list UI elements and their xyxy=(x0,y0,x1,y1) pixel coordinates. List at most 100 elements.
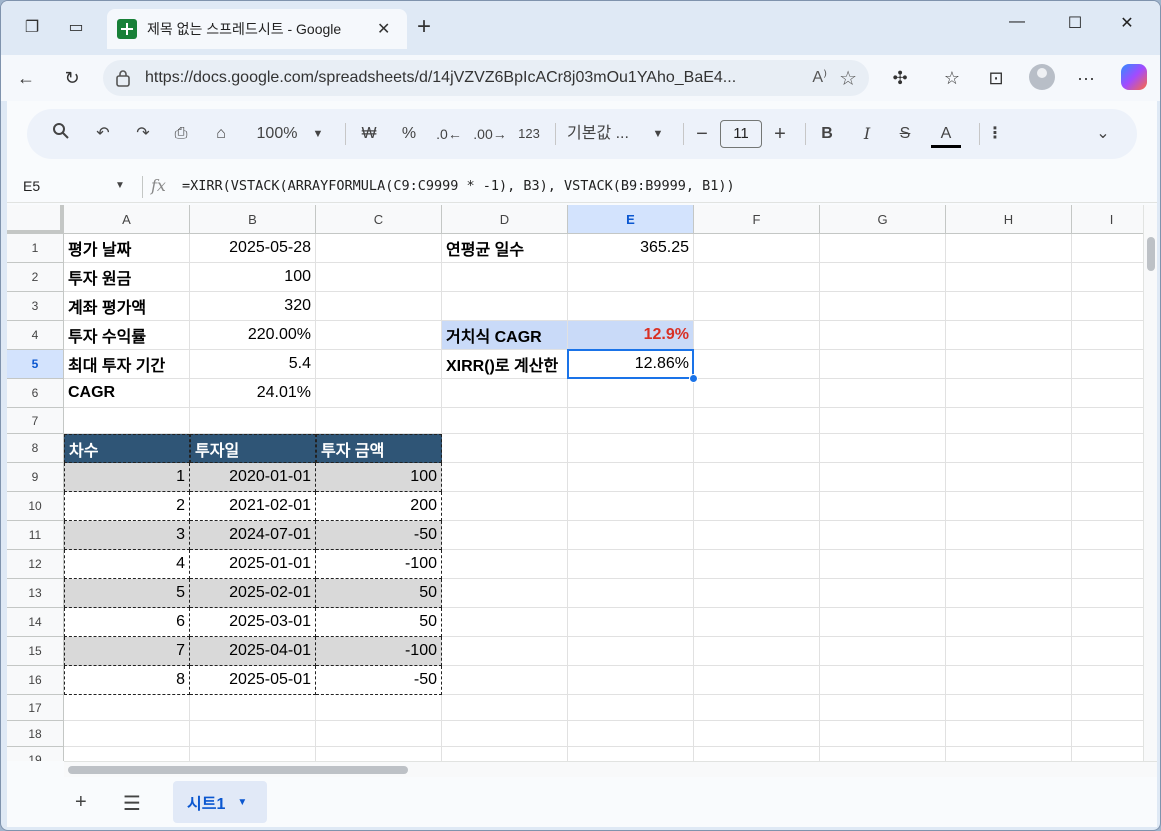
cell-F19[interactable] xyxy=(694,747,820,761)
maximize-icon[interactable]: ☐ xyxy=(1055,13,1095,33)
row-header-18[interactable]: 18 xyxy=(7,721,64,747)
cell-A16[interactable]: 8 xyxy=(64,666,190,695)
column-header-A[interactable]: A xyxy=(64,205,190,234)
cell-B4[interactable]: 220.00% xyxy=(190,321,316,350)
cell-I14[interactable] xyxy=(1072,608,1143,637)
cell-G18[interactable] xyxy=(820,721,946,747)
cell-H3[interactable] xyxy=(946,292,1072,321)
row-header-8[interactable]: 8 xyxy=(7,434,64,463)
cell-I15[interactable] xyxy=(1072,637,1143,666)
horizontal-scrollbar[interactable] xyxy=(64,761,1157,777)
cell-E1[interactable]: 365.25 xyxy=(568,234,694,263)
cell-E3[interactable] xyxy=(568,292,694,321)
cell-B5[interactable]: 5.4 xyxy=(190,350,316,379)
cell-G1[interactable] xyxy=(820,234,946,263)
cell-D7[interactable] xyxy=(442,408,568,434)
more-formats-button[interactable]: 123 xyxy=(513,122,545,146)
zoom-dropdown-icon[interactable]: ▼ xyxy=(311,122,325,146)
cell-I9[interactable] xyxy=(1072,463,1143,492)
close-tab-icon[interactable]: ✕ xyxy=(377,19,390,39)
close-window-icon[interactable]: ✕ xyxy=(1107,13,1147,33)
cell-I3[interactable] xyxy=(1072,292,1143,321)
row-header-15[interactable]: 15 xyxy=(7,637,64,666)
row-header-9[interactable]: 9 xyxy=(7,463,64,492)
cell-B8[interactable]: 투자일 xyxy=(190,434,316,463)
cell-G15[interactable] xyxy=(820,637,946,666)
screenshot-icon[interactable]: ⊡ xyxy=(983,66,1009,90)
name-box[interactable]: E5 xyxy=(23,178,40,194)
cell-D14[interactable] xyxy=(442,608,568,637)
cell-H1[interactable] xyxy=(946,234,1072,263)
cell-E19[interactable] xyxy=(568,747,694,761)
cell-A18[interactable] xyxy=(64,721,190,747)
more-toolbar-icon[interactable]: ⋮ xyxy=(985,122,1005,146)
column-header-B[interactable]: B xyxy=(190,205,316,234)
cell-F1[interactable] xyxy=(694,234,820,263)
cell-C19[interactable] xyxy=(316,747,442,761)
profile-avatar[interactable] xyxy=(1029,64,1055,90)
cell-C10[interactable]: 200 xyxy=(316,492,442,521)
cell-C14[interactable]: 50 xyxy=(316,608,442,637)
sheet-tab-dropdown-icon[interactable]: ▼ xyxy=(237,797,247,808)
cell-E9[interactable] xyxy=(568,463,694,492)
row-header-17[interactable]: 17 xyxy=(7,695,64,721)
cell-F7[interactable] xyxy=(694,408,820,434)
row-header-19[interactable]: 19 xyxy=(7,747,64,761)
cell-I8[interactable] xyxy=(1072,434,1143,463)
cell-H19[interactable] xyxy=(946,747,1072,761)
cell-G12[interactable] xyxy=(820,550,946,579)
column-header-C[interactable]: C xyxy=(316,205,442,234)
cell-G10[interactable] xyxy=(820,492,946,521)
cell-I10[interactable] xyxy=(1072,492,1143,521)
cell-B13[interactable]: 2025-02-01 xyxy=(190,579,316,608)
strikethrough-icon[interactable]: S xyxy=(893,122,917,146)
cell-D6[interactable] xyxy=(442,379,568,408)
cell-I6[interactable] xyxy=(1072,379,1143,408)
cell-A11[interactable]: 3 xyxy=(64,521,190,550)
vertical-tabs-icon[interactable]: ▭ xyxy=(65,17,87,39)
cell-E14[interactable] xyxy=(568,608,694,637)
cell-I17[interactable] xyxy=(1072,695,1143,721)
cell-D5[interactable]: XIRR()로 계산한 xyxy=(442,350,568,379)
row-header-14[interactable]: 14 xyxy=(7,608,64,637)
cell-A10[interactable]: 2 xyxy=(64,492,190,521)
refresh-icon[interactable]: ↻ xyxy=(59,66,85,90)
cell-G2[interactable] xyxy=(820,263,946,292)
paint-format-icon[interactable]: ⌂ xyxy=(209,122,233,146)
zoom-select[interactable]: 100% xyxy=(249,122,305,146)
cell-E5[interactable]: 12.86% xyxy=(568,350,694,379)
cell-B16[interactable]: 2025-05-01 xyxy=(190,666,316,695)
row-header-5[interactable]: 5 xyxy=(7,350,64,379)
cell-D15[interactable] xyxy=(442,637,568,666)
cell-A2[interactable]: 투자 원금 xyxy=(64,263,190,292)
cell-C4[interactable] xyxy=(316,321,442,350)
cell-D1[interactable]: 연평균 일수 xyxy=(442,234,568,263)
more-options-icon[interactable]: ··· xyxy=(1073,66,1099,90)
row-header-12[interactable]: 12 xyxy=(7,550,64,579)
cell-B3[interactable]: 320 xyxy=(190,292,316,321)
cell-A4[interactable]: 투자 수익률 xyxy=(64,321,190,350)
font-dropdown-icon[interactable]: ▼ xyxy=(651,122,665,146)
cell-F14[interactable] xyxy=(694,608,820,637)
cell-H4[interactable] xyxy=(946,321,1072,350)
font-select[interactable]: 기본값 ... xyxy=(567,122,639,146)
column-header-F[interactable]: F xyxy=(694,205,820,234)
cell-G14[interactable] xyxy=(820,608,946,637)
cell-D12[interactable] xyxy=(442,550,568,579)
cell-D18[interactable] xyxy=(442,721,568,747)
cell-A14[interactable]: 6 xyxy=(64,608,190,637)
cell-E10[interactable] xyxy=(568,492,694,521)
cell-G7[interactable] xyxy=(820,408,946,434)
cell-F6[interactable] xyxy=(694,379,820,408)
cell-G17[interactable] xyxy=(820,695,946,721)
cell-G13[interactable] xyxy=(820,579,946,608)
cell-D11[interactable] xyxy=(442,521,568,550)
cell-C18[interactable] xyxy=(316,721,442,747)
cell-G9[interactable] xyxy=(820,463,946,492)
cell-I18[interactable] xyxy=(1072,721,1143,747)
cell-D19[interactable] xyxy=(442,747,568,761)
currency-format-button[interactable]: ₩ xyxy=(357,122,381,146)
favorites-icon[interactable]: ☆ xyxy=(939,66,965,90)
cell-C17[interactable] xyxy=(316,695,442,721)
favorite-star-icon[interactable]: ☆ xyxy=(839,66,857,91)
